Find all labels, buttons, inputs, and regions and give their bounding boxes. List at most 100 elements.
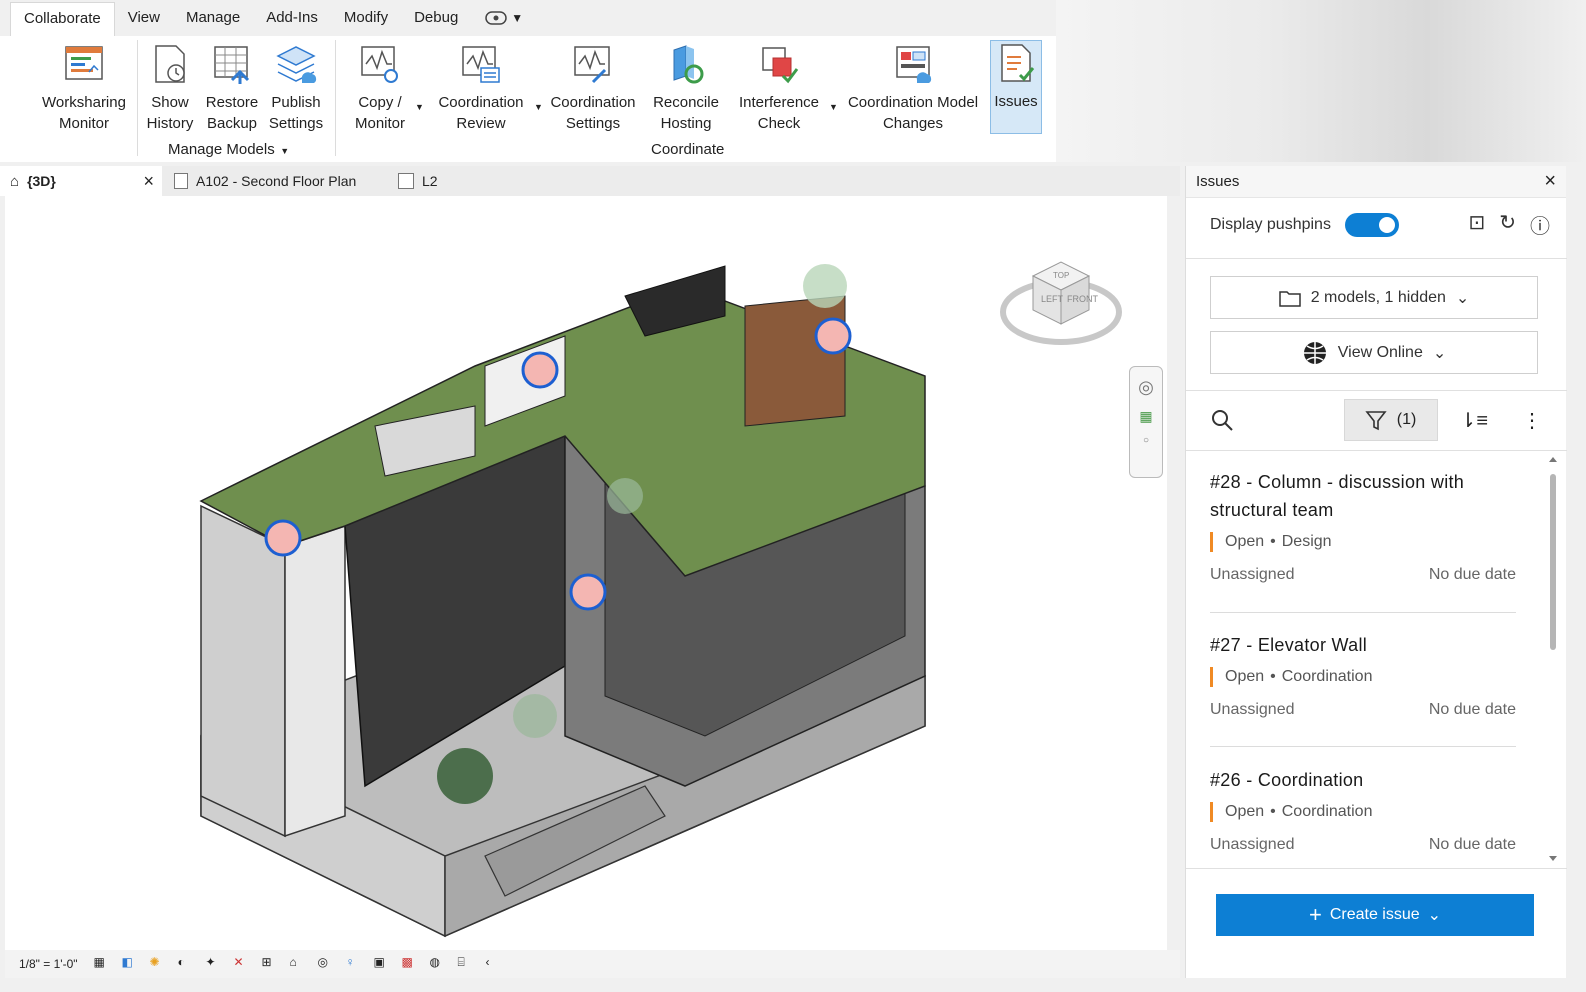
create-issue-button[interactable]: + Create issue ⌄ bbox=[1216, 894, 1534, 936]
shadows-icon[interactable]: ◐ bbox=[178, 955, 196, 973]
tab-modify[interactable]: Modify bbox=[331, 2, 401, 34]
viewcube-left-label: LEFT bbox=[1041, 294, 1064, 304]
divider bbox=[1186, 258, 1567, 259]
models-dropdown[interactable]: 2 models, 1 hidden ⌄ bbox=[1210, 276, 1538, 319]
group-manage-models[interactable]: Manage Models ▼ bbox=[168, 141, 289, 158]
coordination-review-button[interactable]: Coordination Review bbox=[432, 42, 530, 134]
filter-button[interactable]: (1) bbox=[1343, 399, 1438, 441]
sun-path-icon[interactable]: ✺ bbox=[150, 955, 168, 973]
show-history-button[interactable]: Show History bbox=[144, 42, 196, 134]
view-tab-3d[interactable]: ⌂ {3D} × bbox=[0, 166, 162, 196]
plus-icon: + bbox=[1308, 902, 1322, 927]
viewcube[interactable]: LEFT FRONT TOP bbox=[995, 250, 1127, 354]
crop-view-icon[interactable]: ✕ bbox=[234, 955, 252, 973]
lock-view-icon[interactable]: ⌂ bbox=[290, 955, 308, 973]
view-online-dropdown[interactable]: View Online ⌄ bbox=[1210, 331, 1538, 374]
issue-meta-row: Unassigned No due date bbox=[1210, 701, 1516, 719]
visual-style-icon[interactable]: ◧ bbox=[122, 955, 140, 973]
view-tab-l2[interactable]: L2 bbox=[388, 166, 468, 196]
coordination-settings-icon bbox=[574, 46, 610, 84]
tab-collaborate[interactable]: Collaborate bbox=[10, 2, 115, 36]
detail-level-icon[interactable]: ▦ bbox=[94, 955, 112, 973]
scale-indicator[interactable]: 1/8" = 1'-0" bbox=[19, 957, 78, 971]
tab-view[interactable]: View bbox=[115, 2, 173, 34]
reveal-constraints-icon[interactable]: ⌸ bbox=[458, 955, 476, 973]
close-icon[interactable]: × bbox=[143, 171, 154, 192]
rendering-icon[interactable]: ✦ bbox=[206, 955, 224, 973]
zoom-region-icon[interactable]: ▦ bbox=[1139, 408, 1152, 425]
steering-wheel-icon[interactable]: ◎ bbox=[1138, 377, 1154, 398]
issue-pushpin[interactable] bbox=[814, 317, 852, 355]
viewcube-front-label: FRONT bbox=[1067, 294, 1098, 304]
search-icon[interactable] bbox=[1210, 408, 1234, 432]
status-indicator bbox=[1210, 532, 1213, 552]
group-label: Manage Models bbox=[168, 141, 275, 158]
home-icon: ⌂ bbox=[10, 172, 20, 190]
display-pushpins-toggle[interactable] bbox=[1344, 212, 1399, 237]
issue-card[interactable]: #27 - Elevator Wall Open • Coordination … bbox=[1210, 631, 1516, 719]
coordination-model-changes-button[interactable]: Coordination Model Changes bbox=[840, 42, 986, 134]
restore-backup-button[interactable]: Restore Backup bbox=[202, 42, 262, 134]
copy-monitor-button[interactable]: Copy / Monitor bbox=[348, 42, 412, 134]
more-options-icon[interactable]: ○ bbox=[1143, 435, 1149, 446]
close-icon[interactable]: × bbox=[1544, 170, 1556, 193]
tab-add-ins[interactable]: Add-Ins bbox=[253, 2, 331, 34]
chevron-down-icon[interactable]: ▼ bbox=[829, 102, 838, 112]
tool-label: Settings bbox=[565, 115, 621, 132]
issues-scrollbar[interactable] bbox=[1547, 456, 1559, 866]
issue-title: #27 - Elevator Wall bbox=[1210, 635, 1368, 655]
reconcile-hosting-button[interactable]: Reconcile Hosting bbox=[650, 42, 722, 134]
issue-title: #26 - Coordination bbox=[1210, 770, 1364, 790]
chevron-down-icon[interactable]: ▼ bbox=[415, 102, 424, 112]
worksharing-monitor-button[interactable]: Worksharing Monitor bbox=[36, 42, 132, 134]
tool-label: Copy / bbox=[358, 94, 402, 111]
view-control-bar: 1/8" = 1'-0" ▦ ◧ ✺ ◐ ✦ ✕ ⊞ ⌂ ◎ ♀ ▣ ▩ ◍ ⌸… bbox=[5, 950, 1180, 978]
bullet-separator: • bbox=[1270, 533, 1276, 550]
issue-card[interactable]: #28 - Column - discussion with structura… bbox=[1210, 468, 1516, 584]
tool-label: Hosting bbox=[660, 115, 712, 132]
status-indicator bbox=[1210, 667, 1213, 687]
tool-label: Worksharing bbox=[42, 94, 126, 111]
interference-check-button[interactable]: Interference Check bbox=[734, 42, 824, 134]
issue-pushpin[interactable] bbox=[264, 519, 302, 557]
ribbon-panel: Worksharing Monitor Show History Restore… bbox=[0, 36, 1056, 162]
worksharing-monitor-icon bbox=[65, 46, 103, 80]
issue-meta-row: Unassigned No due date bbox=[1210, 566, 1516, 584]
publish-settings-button[interactable]: Publish Settings bbox=[266, 42, 326, 134]
issue-pushpin[interactable] bbox=[521, 351, 559, 389]
issue-type: Design bbox=[1281, 533, 1332, 550]
coordination-settings-button[interactable]: Coordination Settings bbox=[544, 42, 642, 134]
analytical-model-icon[interactable]: ▩ bbox=[402, 955, 420, 973]
3d-viewport[interactable]: LEFT FRONT TOP ◎ ▦ ○ bbox=[5, 196, 1167, 950]
highlight-displacement-icon[interactable]: ◍ bbox=[430, 955, 448, 973]
temporary-view-icon[interactable]: ▣ bbox=[374, 955, 392, 973]
collapse-arrow-icon[interactable]: ‹ bbox=[486, 955, 504, 973]
sort-icon[interactable]: ⇂≡ bbox=[1460, 408, 1488, 433]
more-options-icon[interactable]: ⋮ bbox=[1522, 408, 1542, 433]
ribbon-options-dropdown[interactable]: ▼ bbox=[485, 11, 523, 25]
view-tab-label: {3D} bbox=[27, 173, 56, 189]
view-tab-second-floor[interactable]: A102 - Second Floor Plan bbox=[164, 166, 390, 196]
show-crop-icon[interactable]: ⊞ bbox=[262, 955, 280, 973]
view-tabbar: ⌂ {3D} × A102 - Second Floor Plan L2 bbox=[0, 166, 1180, 196]
issue-pushpin[interactable] bbox=[569, 573, 607, 611]
filter-count: (1) bbox=[1396, 411, 1417, 428]
tool-label: Coordination bbox=[550, 94, 636, 111]
issues-panel: Issues × Display pushpins ⊡ ↻ ⓘ 2 models… bbox=[1185, 166, 1567, 978]
tool-label: Interference bbox=[738, 94, 820, 111]
temporary-hide-icon[interactable]: ◎ bbox=[318, 955, 336, 973]
tab-debug[interactable]: Debug bbox=[401, 2, 471, 34]
issue-assignee: Unassigned bbox=[1210, 701, 1295, 718]
issues-button[interactable]: Issues bbox=[990, 40, 1042, 134]
screenshot-icon[interactable]: ⊡ bbox=[1468, 210, 1485, 239]
issues-icon bbox=[1001, 44, 1035, 82]
issue-card[interactable]: #26 - Coordination Open • Coordination U… bbox=[1210, 766, 1516, 854]
background-blur bbox=[1056, 0, 1586, 162]
refresh-icon[interactable]: ↻ bbox=[1499, 210, 1516, 239]
tool-label: History bbox=[146, 115, 194, 132]
chevron-down-icon[interactable]: ▼ bbox=[534, 102, 543, 112]
reveal-hidden-icon[interactable]: ♀ bbox=[346, 955, 364, 973]
help-icon[interactable]: ⓘ bbox=[1530, 210, 1550, 239]
issues-toolbar: (1) ⇂≡ ⋮ bbox=[1210, 398, 1542, 442]
tab-manage[interactable]: Manage bbox=[173, 2, 253, 34]
